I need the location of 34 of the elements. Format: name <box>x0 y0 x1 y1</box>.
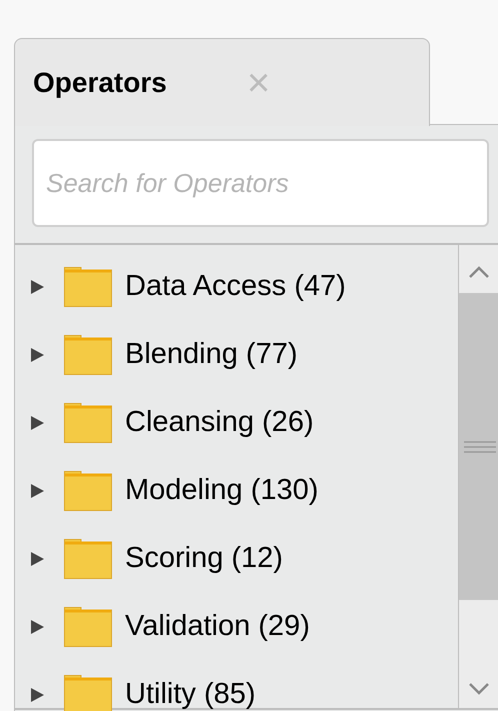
search-field[interactable]: Search for Operators <box>32 139 489 227</box>
tree-item[interactable]: Utility (85) <box>15 661 458 711</box>
caret-right-icon[interactable] <box>30 279 46 295</box>
folder-label: Scoring (12) <box>125 541 283 576</box>
tab-title: Operators <box>33 66 167 100</box>
folder-label: Modeling (130) <box>125 473 318 508</box>
folder-icon <box>64 607 112 647</box>
tree-item[interactable]: Data Access (47) <box>15 253 458 321</box>
folder-label: Blending (77) <box>125 337 298 372</box>
scroll-thumb[interactable] <box>459 293 498 600</box>
folder-icon <box>64 675 112 711</box>
caret-right-icon[interactable] <box>30 415 46 431</box>
tree-item[interactable]: Validation (29) <box>15 593 458 661</box>
caret-right-icon[interactable] <box>30 687 46 703</box>
tree-item[interactable]: Cleansing (26) <box>15 389 458 457</box>
folder-label: Validation (29) <box>125 609 310 644</box>
folder-label: Utility (85) <box>125 677 256 711</box>
folder-label: Cleansing (26) <box>125 405 314 440</box>
folder-icon <box>64 539 112 579</box>
grip-icon <box>462 440 496 454</box>
caret-right-icon[interactable] <box>30 347 46 363</box>
caret-right-icon[interactable] <box>30 483 46 499</box>
caret-right-icon[interactable] <box>30 551 46 567</box>
tree-item[interactable]: Scoring (12) <box>15 525 458 593</box>
panel-tab[interactable]: Operators × <box>14 38 430 126</box>
folder-icon <box>64 471 112 511</box>
folder-label: Data Access (47) <box>125 269 346 304</box>
folder-icon <box>64 267 112 307</box>
scrollbar[interactable] <box>458 245 498 708</box>
folder-icon <box>64 335 112 375</box>
folder-icon <box>64 403 112 443</box>
tree-item[interactable]: Modeling (130) <box>15 457 458 525</box>
caret-right-icon[interactable] <box>30 619 46 635</box>
tree-item[interactable]: Blending (77) <box>15 321 458 389</box>
